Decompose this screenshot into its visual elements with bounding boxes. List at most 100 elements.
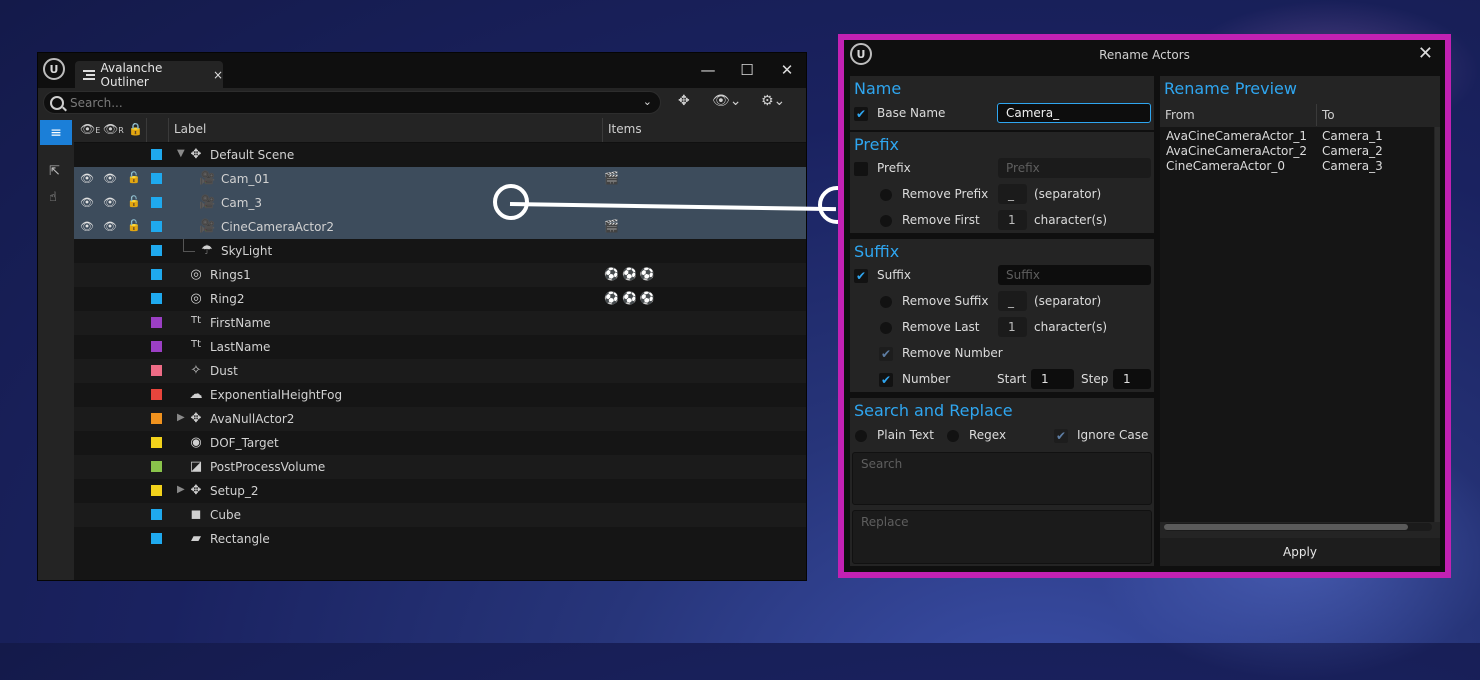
visibility-dropdown-icon[interactable]: 👁⌄: [712, 93, 742, 109]
remove-prefix-radio[interactable]: [880, 189, 892, 201]
preview-vertical-scrollbar[interactable]: [1435, 127, 1440, 522]
visibility-eye-icon[interactable]: 👁: [80, 220, 94, 233]
visibility-editor-column-icon[interactable]: 👁E: [80, 122, 100, 136]
visibility-eye-icon[interactable]: 👁: [80, 172, 94, 185]
render-eye-icon[interactable]: 👁: [103, 172, 117, 185]
table-row[interactable]: ✧ Dust: [74, 359, 806, 383]
step-label: Step: [1081, 372, 1109, 386]
regex-radio[interactable]: [947, 430, 959, 442]
search-textarea[interactable]: Search: [852, 452, 1152, 505]
number-step-input[interactable]: 1: [1113, 369, 1151, 389]
settings-dropdown-icon[interactable]: ⚙⌄: [761, 93, 785, 109]
prefix-section: Prefix Prefix Prefix Remove Prefix _ (se…: [850, 132, 1154, 233]
search-icon: [50, 96, 64, 110]
preview-from: AvaCineCameraActor_2: [1166, 144, 1307, 158]
lock-icon[interactable]: 🔓: [127, 171, 141, 184]
close-icon[interactable]: ✕: [1418, 43, 1433, 64]
filter-button[interactable]: ≡: [40, 120, 72, 145]
base-name-input[interactable]: Camera_: [997, 103, 1151, 123]
hand-icon[interactable]: ☝: [49, 190, 57, 205]
scrollbar-thumb[interactable]: [1164, 524, 1408, 530]
table-row[interactable]: ▼ ✥ Default Scene: [74, 143, 806, 167]
visibility-render-column-icon[interactable]: 👁R: [103, 122, 124, 136]
target-icon: ◉: [190, 435, 202, 450]
preview-horizontal-scrollbar[interactable]: [1164, 523, 1432, 531]
plain-text-radio[interactable]: [855, 430, 867, 442]
items-column-header[interactable]: Items: [608, 122, 642, 136]
table-row[interactable]: Tt LastName: [74, 335, 806, 359]
table-row[interactable]: ▰ Rectangle: [74, 527, 806, 551]
table-row[interactable]: ▶ ✥ AvaNullActor2: [74, 407, 806, 431]
table-row[interactable]: ◉ DOF_Target: [74, 431, 806, 455]
table-row[interactable]: 👁 👁 🔓 🎥 Cam_3: [74, 191, 806, 215]
table-row[interactable]: ☁ ExponentialHeightFog: [74, 383, 806, 407]
lock-icon[interactable]: 🔓: [127, 195, 141, 208]
label-column-header[interactable]: Label: [174, 122, 206, 136]
rename-actors-window: U Rename Actors ✕ Name ✔ Base Name Camer…: [844, 40, 1445, 572]
expand-icon[interactable]: ▶: [177, 484, 185, 495]
row-label: AvaNullActor2: [210, 412, 295, 426]
color-swatch: [151, 533, 162, 544]
preview-column-header: From To: [1160, 104, 1440, 126]
add-actor-icon[interactable]: ✥: [678, 93, 690, 109]
ignore-case-checkbox[interactable]: ✔: [1054, 429, 1068, 443]
prefix-input[interactable]: Prefix: [998, 158, 1151, 178]
row-label: Setup_2: [210, 484, 259, 498]
number-checkbox[interactable]: ✔: [879, 373, 893, 387]
render-eye-icon[interactable]: 👁: [103, 196, 117, 209]
from-column-header[interactable]: From: [1165, 108, 1195, 122]
select-cursor-icon[interactable]: ⇱: [49, 164, 60, 179]
replace-textarea[interactable]: Replace: [852, 510, 1152, 564]
suffix-input[interactable]: Suffix: [998, 265, 1151, 285]
render-eye-icon[interactable]: 👁: [103, 220, 117, 233]
row-label: Rectangle: [210, 532, 270, 546]
chevron-down-icon[interactable]: ⌄: [643, 95, 652, 108]
maximize-button[interactable]: ☐: [734, 59, 760, 81]
tab-close-icon[interactable]: ×: [213, 68, 223, 82]
expand-icon[interactable]: ▶: [177, 412, 185, 423]
preview-to: Camera_3: [1322, 159, 1383, 173]
to-column-header[interactable]: To: [1322, 108, 1335, 122]
minimize-button[interactable]: —: [695, 59, 721, 81]
table-row[interactable]: ◎ Ring2 ⚽⚽⚽: [74, 287, 806, 311]
prefix-checkbox[interactable]: [854, 162, 868, 176]
number-start-input[interactable]: 1: [1031, 369, 1074, 389]
remove-suffix-radio[interactable]: [880, 296, 892, 308]
remove-last-radio[interactable]: [880, 322, 892, 334]
table-row[interactable]: 👁 👁 🔓 🎥 Cam_01 🎬: [74, 167, 806, 191]
suffix-checkbox[interactable]: ✔: [854, 269, 868, 283]
lock-column-icon[interactable]: 🔒: [128, 122, 143, 136]
tree-line: [183, 251, 195, 252]
tab-avalanche-outliner[interactable]: Avalanche Outliner ×: [75, 61, 223, 89]
table-row[interactable]: Tt FirstName: [74, 311, 806, 335]
base-name-checkbox[interactable]: ✔: [854, 107, 868, 121]
table-row[interactable]: ◪ PostProcessVolume: [74, 455, 806, 479]
outliner-left-toolbar: ≡ ⇱ ☝: [38, 118, 74, 580]
row-label: Rings1: [210, 268, 251, 282]
separator-label: (separator): [1034, 187, 1102, 201]
remove-prefix-separator-input[interactable]: _: [998, 184, 1027, 204]
expand-icon[interactable]: ▼: [177, 148, 185, 159]
suffix-section: Suffix ✔ Suffix Suffix Remove Suffix _ (…: [850, 239, 1154, 392]
visibility-eye-icon[interactable]: 👁: [80, 196, 94, 209]
remove-number-checkbox[interactable]: ✔: [879, 347, 893, 361]
table-row[interactable]: 👁 👁 🔓 🎥 CineCameraActor2 🎬: [74, 215, 806, 239]
table-row[interactable]: ☂ SkyLight: [74, 239, 806, 263]
table-row[interactable]: ◎ Rings1 ⚽⚽⚽: [74, 263, 806, 287]
preview-to: Camera_2: [1322, 144, 1383, 158]
remove-first-count-input[interactable]: 1: [998, 210, 1027, 230]
table-row[interactable]: ◼ Cube: [74, 503, 806, 527]
color-swatch: [151, 221, 162, 232]
search-input[interactable]: Search... ⌄: [43, 91, 661, 114]
row-label: Cam_01: [221, 172, 270, 186]
close-button[interactable]: ✕: [774, 59, 800, 81]
row-label: ExponentialHeightFog: [210, 388, 343, 402]
lock-icon[interactable]: 🔓: [127, 219, 141, 232]
remove-suffix-separator-input[interactable]: _: [998, 291, 1027, 311]
remove-last-count-input[interactable]: 1: [998, 317, 1027, 337]
row-label: Cam_3: [221, 196, 263, 210]
apply-button[interactable]: Apply: [1160, 538, 1440, 566]
table-row[interactable]: ▶ ✥ Setup_2: [74, 479, 806, 503]
remove-first-radio[interactable]: [880, 215, 892, 227]
items-icons: 🎬: [604, 219, 622, 233]
